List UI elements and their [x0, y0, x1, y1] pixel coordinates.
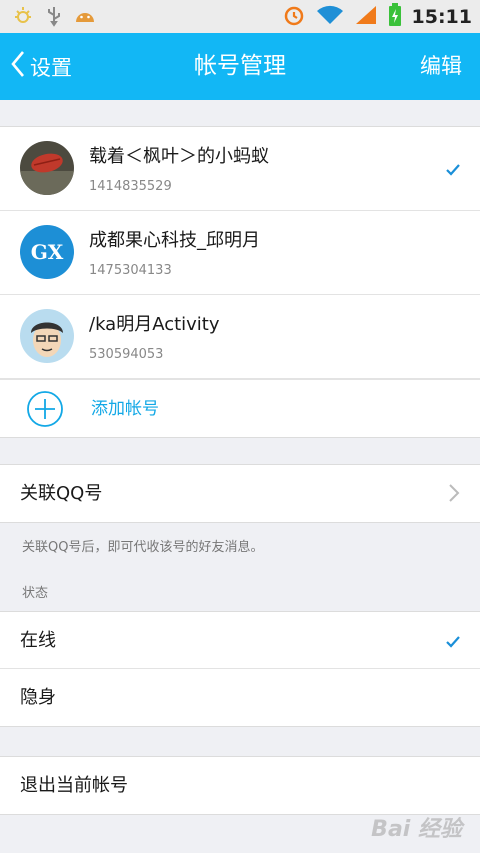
wifi-icon [316, 4, 344, 30]
account-id: 530594053 [89, 347, 164, 362]
watermark: Bai 经验 [371, 817, 462, 842]
signal-icon [354, 4, 378, 30]
alarm-icon [282, 3, 306, 31]
status-option-label: 在线 [20, 630, 56, 651]
avatar [20, 309, 74, 363]
weather-icon [12, 5, 34, 31]
status-bar: 15:11 [0, 0, 480, 33]
usb-icon [46, 5, 62, 31]
android-icon [74, 6, 96, 30]
account-id: 1414835529 [89, 179, 172, 194]
clock-time: 15:11 [411, 6, 472, 28]
link-qq-row[interactable]: 关联QQ号 [0, 465, 480, 522]
status-option-invisible[interactable]: 隐身 [0, 669, 480, 726]
status-option-online[interactable]: 在线 [0, 612, 480, 669]
status-option-label: 隐身 [20, 687, 56, 708]
logout-label: 退出当前帐号 [20, 775, 128, 796]
account-row-2[interactable]: GX 成都果心科技_邱明月 1475304133 [0, 211, 480, 295]
plus-circle-icon [26, 390, 64, 432]
check-icon [446, 633, 460, 652]
battery-icon [388, 3, 402, 31]
check-icon [446, 161, 460, 180]
avatar: GX [20, 225, 74, 279]
nav-bar: 设置 帐号管理 编辑 [0, 33, 480, 100]
account-row-1[interactable]: 载着＜枫叶＞的小蚂蚁 1414835529 [0, 127, 480, 211]
account-row-3[interactable]: /ka明月Activity 530594053 [0, 295, 480, 379]
account-name: /ka明月Activity [89, 314, 220, 335]
chevron-right-icon [448, 483, 460, 507]
avatar-logo-text: GX [30, 240, 64, 264]
page-title: 帐号管理 [194, 53, 286, 79]
account-id: 1475304133 [89, 263, 172, 278]
logout-button[interactable]: 退出当前帐号 [0, 757, 480, 814]
logout-section: 退出当前帐号 [0, 756, 480, 815]
add-account-button[interactable]: 添加帐号 [0, 379, 480, 437]
account-name: 载着＜枫叶＞的小蚂蚁 [89, 146, 269, 167]
status-section: 在线 隐身 [0, 611, 480, 727]
add-account-label: 添加帐号 [91, 399, 159, 419]
edit-button[interactable]: 编辑 [420, 33, 462, 100]
link-qq-label: 关联QQ号 [20, 483, 103, 504]
account-list: 载着＜枫叶＞的小蚂蚁 1414835529 GX 成都果心科技_邱明月 1475… [0, 126, 480, 438]
status-section-header: 状态 [22, 586, 49, 601]
link-qq-section: 关联QQ号 [0, 464, 480, 523]
link-qq-hint: 关联QQ号后，即可代收该号的好友消息。 [22, 540, 264, 555]
account-name: 成都果心科技_邱明月 [89, 230, 260, 251]
avatar [20, 141, 74, 195]
